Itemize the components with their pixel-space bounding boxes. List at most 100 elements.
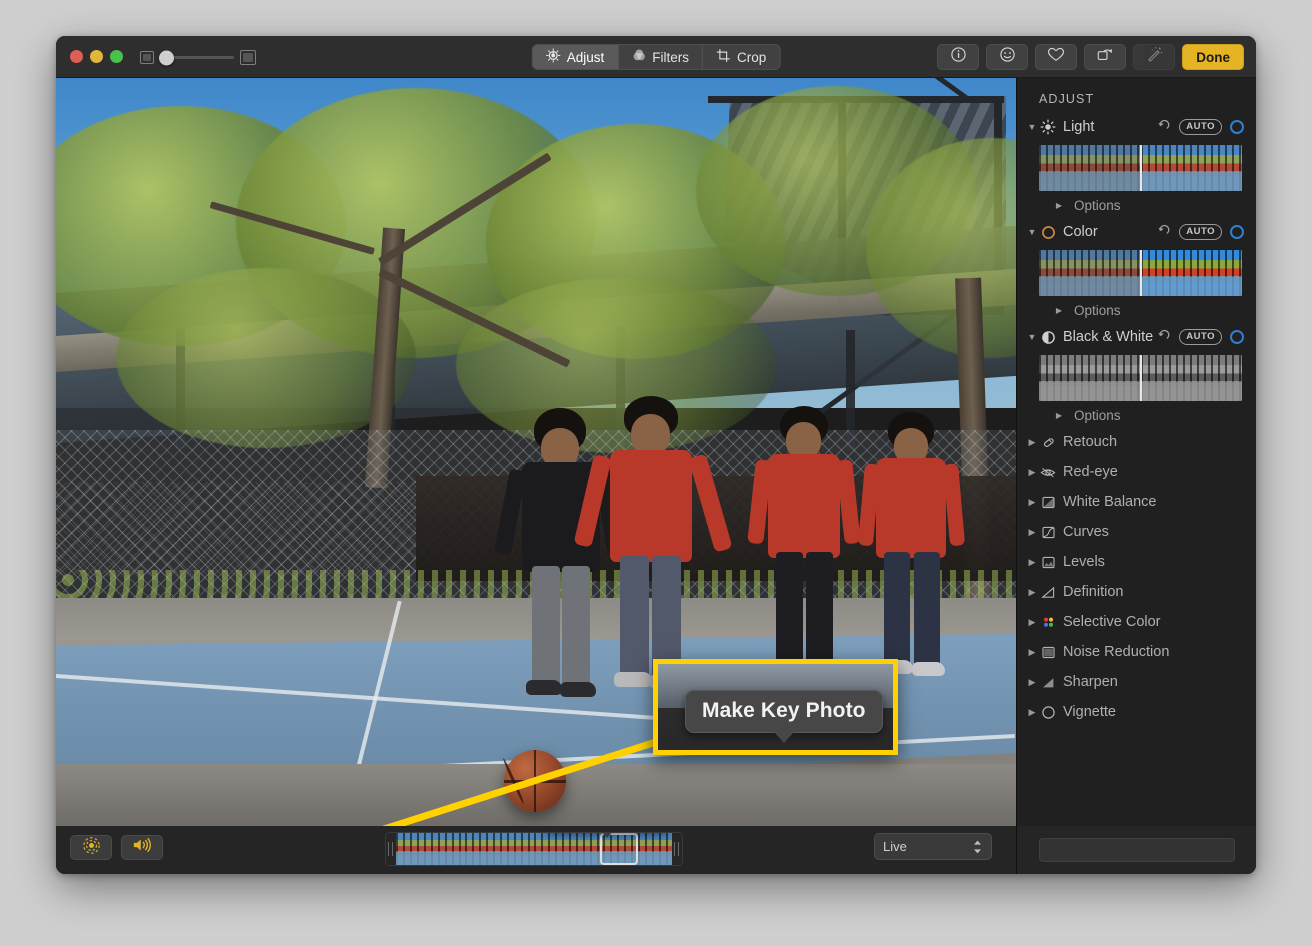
sidebar-item-vignette[interactable]: ▶ Vignette — [1017, 697, 1256, 727]
favorite-button[interactable] — [1035, 44, 1078, 70]
color-options-row[interactable]: ▶ Options — [1017, 298, 1256, 322]
live-photo-button[interactable] — [70, 835, 112, 860]
reset-icon[interactable] — [1157, 119, 1171, 136]
definition-icon — [1039, 585, 1057, 600]
chevron-right-icon[interactable]: ▶ — [1053, 306, 1065, 315]
vignette-icon — [1039, 705, 1057, 720]
chevron-right-icon[interactable]: ▶ — [1025, 707, 1039, 718]
chevron-right-icon[interactable]: ▶ — [1025, 497, 1039, 508]
person-4 — [857, 412, 966, 692]
noise-reduction-icon — [1039, 645, 1057, 660]
sidebar-item-red-eye[interactable]: ▶ Red-eye — [1017, 457, 1256, 487]
sidebar-item-sharpen[interactable]: ▶ Sharpen — [1017, 667, 1256, 697]
filmstrip-frame[interactable] — [465, 833, 500, 865]
filters-icon — [631, 48, 646, 66]
chevron-right-icon[interactable]: ▶ — [1025, 527, 1039, 538]
sharpen-icon — [1039, 675, 1057, 690]
smiley-icon — [999, 46, 1016, 68]
chevron-down-icon[interactable]: ▼ — [1025, 332, 1039, 342]
minimize-button[interactable] — [90, 50, 103, 63]
rotate-icon — [1096, 46, 1114, 68]
chevron-right-icon[interactable]: ▶ — [1053, 411, 1065, 420]
sidebar-item-noise-reduction[interactable]: ▶ Noise Reduction — [1017, 637, 1256, 667]
zoom-slider[interactable] — [159, 50, 234, 65]
sidebar-bottom-button[interactable] — [1038, 838, 1235, 862]
red-eye-icon — [1039, 465, 1057, 480]
sidebar-item-levels-label: Levels — [1063, 554, 1105, 570]
filmstrip-frame[interactable] — [499, 833, 534, 865]
live-photo-icon — [82, 836, 101, 860]
sidebar-item-levels[interactable]: ▶ Levels — [1017, 547, 1256, 577]
black-and-white-options-row[interactable]: ▶ Options — [1017, 403, 1256, 427]
color-preview-strip[interactable] — [1039, 250, 1242, 296]
large-thumbnail-icon — [240, 50, 256, 65]
chevron-down-icon[interactable]: ▼ — [1025, 122, 1039, 132]
playback-mode-value: Live — [883, 839, 907, 854]
filmstrip-left-handle[interactable] — [386, 833, 396, 865]
sidebar-section-light[interactable]: ▼ Light AUTO — [1017, 112, 1256, 142]
reset-icon[interactable] — [1157, 329, 1171, 346]
adjust-sidebar[interactable]: ADJUST ▼ Light AUTO ▶ Options ▼ Color AU… — [1016, 78, 1256, 874]
enhance-button[interactable] — [1133, 44, 1176, 70]
zoom-slider-knob[interactable] — [159, 50, 174, 65]
filmstrip-frame[interactable] — [637, 833, 672, 865]
auto-badge-light[interactable]: AUTO — [1179, 119, 1222, 135]
maximize-button[interactable] — [110, 50, 123, 63]
chevron-right-icon[interactable]: ▶ — [1025, 437, 1039, 448]
white-balance-icon — [1039, 495, 1057, 510]
reset-icon[interactable] — [1157, 224, 1171, 241]
sidebar-item-retouch[interactable]: ▶ Retouch — [1017, 427, 1256, 457]
filmstrip-right-handle[interactable] — [672, 833, 682, 865]
chevron-down-icon[interactable]: ▼ — [1025, 227, 1039, 237]
chevron-right-icon[interactable]: ▶ — [1025, 617, 1039, 628]
selective-color-icon — [1039, 615, 1057, 630]
tab-adjust[interactable]: Adjust — [532, 45, 619, 69]
playback-mode-select[interactable]: Live — [874, 833, 992, 860]
close-button[interactable] — [70, 50, 83, 63]
toggle-color[interactable] — [1230, 225, 1244, 239]
retouch-icon — [1039, 435, 1057, 450]
light-options-row[interactable]: ▶ Options — [1017, 193, 1256, 217]
filmstrip-frames[interactable] — [396, 833, 672, 865]
small-thumbnail-icon — [140, 51, 154, 64]
chevron-right-icon[interactable]: ▶ — [1053, 201, 1065, 210]
sidebar-item-white-balance[interactable]: ▶ White Balance — [1017, 487, 1256, 517]
auto-badge-color[interactable]: AUTO — [1179, 224, 1222, 240]
chevron-right-icon[interactable]: ▶ — [1025, 587, 1039, 598]
toggle-black-and-white[interactable] — [1230, 330, 1244, 344]
tab-adjust-label: Adjust — [566, 49, 605, 65]
audio-button[interactable] — [121, 835, 163, 860]
magic-wand-icon — [1145, 46, 1163, 68]
sidebar-item-vignette-label: Vignette — [1063, 704, 1116, 720]
sidebar-section-black-and-white[interactable]: ▼ Black & White AUTO — [1017, 322, 1256, 352]
chevron-right-icon[interactable]: ▶ — [1025, 557, 1039, 568]
info-button[interactable] — [937, 44, 980, 70]
done-label: Done — [1196, 49, 1230, 65]
chevron-right-icon[interactable]: ▶ — [1025, 677, 1039, 688]
comment-button[interactable] — [986, 44, 1029, 70]
rotate-button[interactable] — [1084, 44, 1127, 70]
window-titlebar: Adjust Filters Crop Done — [56, 36, 1256, 78]
photo-canvas[interactable]: Make Key Photo — [56, 78, 1016, 826]
person-3 — [747, 406, 861, 696]
sidebar-item-selective-color[interactable]: ▶ Selective Color — [1017, 607, 1256, 637]
sidebar-item-definition[interactable]: ▶ Definition — [1017, 577, 1256, 607]
done-button[interactable]: Done — [1182, 44, 1244, 70]
chevron-right-icon[interactable]: ▶ — [1025, 647, 1039, 658]
filmstrip-frame[interactable] — [396, 833, 431, 865]
chevron-right-icon[interactable]: ▶ — [1025, 467, 1039, 478]
auto-badge-black-and-white[interactable]: AUTO — [1179, 329, 1222, 345]
black-and-white-preview-strip[interactable] — [1039, 355, 1242, 401]
filmstrip-frame[interactable] — [430, 833, 465, 865]
sidebar-item-noise-reduction-label: Noise Reduction — [1063, 644, 1170, 660]
sidebar-section-color[interactable]: ▼ Color AUTO — [1017, 217, 1256, 247]
toggle-light[interactable] — [1230, 120, 1244, 134]
sidebar-item-curves[interactable]: ▶ Curves — [1017, 517, 1256, 547]
light-preview-strip[interactable] — [1039, 145, 1242, 191]
filmstrip-frame-selected[interactable] — [568, 833, 603, 865]
live-photo-filmstrip[interactable]: Make Key Photo — [385, 832, 683, 866]
filmstrip-frame[interactable] — [534, 833, 569, 865]
zoom-slider-group — [140, 48, 256, 67]
tab-crop[interactable]: Crop — [703, 45, 779, 69]
tab-filters[interactable]: Filters — [618, 45, 704, 69]
